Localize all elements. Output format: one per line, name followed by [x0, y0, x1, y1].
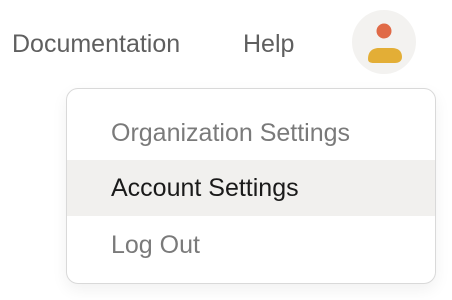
help-link[interactable]: Help	[243, 28, 294, 60]
menu-item-organization-settings[interactable]: Organization Settings	[67, 105, 435, 161]
menu-item-account-settings[interactable]: Account Settings	[67, 160, 435, 216]
top-navigation: Documentation Help	[0, 0, 452, 88]
user-avatar-icon	[368, 23, 402, 63]
account-dropdown-menu: Organization Settings Account Settings L…	[66, 88, 436, 284]
user-avatar-button[interactable]	[352, 10, 416, 74]
menu-item-log-out[interactable]: Log Out	[67, 217, 435, 273]
documentation-link[interactable]: Documentation	[12, 28, 180, 60]
